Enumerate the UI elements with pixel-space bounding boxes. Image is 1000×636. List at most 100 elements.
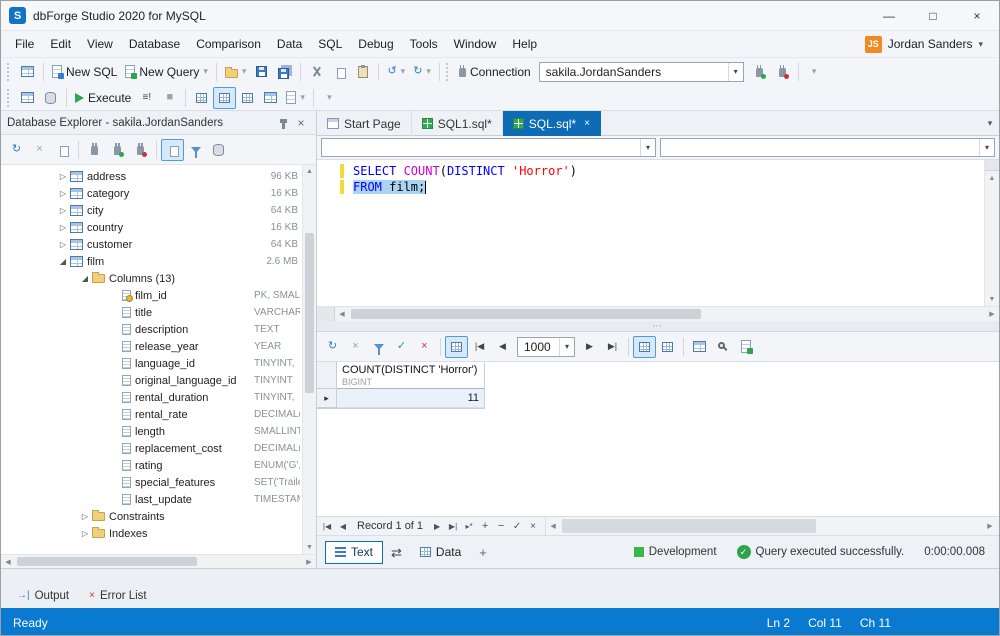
connection-combobox[interactable]: sakila.JordanSanders ▾ (539, 62, 744, 82)
chevron-down-icon[interactable]: ▾ (978, 39, 983, 50)
account-area[interactable]: JS Jordan Sanders ▾ (865, 36, 993, 53)
prev-record-button[interactable]: ◀ (335, 518, 351, 534)
scrollbar-thumb[interactable] (305, 233, 314, 393)
expand-icon[interactable]: ▷ (79, 512, 91, 521)
minimize-button[interactable]: — (867, 1, 911, 30)
row-selector-cell[interactable]: ▸ (317, 389, 337, 408)
collapse-icon[interactable]: ◢ (57, 257, 69, 266)
menu-item-help[interactable]: Help (504, 33, 545, 55)
delete-record-button[interactable]: − (493, 518, 509, 534)
new-record-button[interactable]: ▸* (461, 518, 477, 534)
scroll-right-icon[interactable]: ▶ (302, 558, 316, 566)
expand-icon[interactable]: ▷ (79, 529, 91, 538)
tree-item-original-language-id[interactable]: original_language_idTINYINT (1, 372, 316, 389)
maximize-button[interactable]: □ (911, 1, 955, 30)
expand-icon[interactable]: ▷ (57, 223, 69, 232)
first-record-button[interactable]: |◀ (319, 518, 335, 534)
database-selector-combobox[interactable]: ▾ (321, 138, 656, 157)
tree-item-replacement-cost[interactable]: replacement_costDECIMAL( (1, 440, 316, 457)
cancel-edit-button[interactable]: × (525, 518, 541, 534)
close-panel-icon[interactable]: × (292, 114, 310, 132)
filter-button[interactable] (184, 139, 207, 161)
card-view-button[interactable] (656, 336, 679, 358)
expand-icon[interactable]: ▷ (57, 240, 69, 249)
snippets-button[interactable]: ▾ (282, 87, 309, 109)
tree-item-city[interactable]: ▷city64 KB (1, 202, 316, 219)
scroll-left-icon[interactable]: ◀ (335, 310, 349, 318)
scroll-up-icon[interactable]: ▲ (985, 172, 999, 185)
connect-button[interactable] (748, 61, 771, 83)
menu-item-tools[interactable]: Tools (402, 33, 446, 55)
tree-item-description[interactable]: descriptionTEXT (1, 321, 316, 338)
new-connection-button[interactable] (83, 139, 106, 161)
scroll-up-icon[interactable]: ▲ (303, 165, 316, 178)
scroll-right-icon[interactable]: ▶ (983, 522, 997, 530)
refresh-sizes-button[interactable] (207, 139, 230, 161)
fetch-all-button[interactable] (445, 336, 468, 358)
scroll-down-icon[interactable]: ▼ (303, 541, 316, 554)
code-line-2[interactable]: FROM film; (317, 179, 984, 195)
prev-page-button[interactable]: ◀ (491, 336, 514, 358)
editor-vertical-scrollbar[interactable]: ▲ ▼ (984, 160, 999, 306)
pin-icon[interactable] (274, 114, 292, 132)
pivot-view-button[interactable] (688, 336, 711, 358)
stop-button[interactable]: ■ (158, 87, 181, 109)
append-record-button[interactable]: + (477, 518, 493, 534)
open-file-button[interactable]: ▾ (221, 61, 251, 83)
editor-results-splitter[interactable]: ⋯ (317, 321, 999, 332)
menu-item-comparison[interactable]: Comparison (188, 33, 269, 55)
tab-error-list[interactable]: × Error List (79, 584, 157, 608)
custom-filter-button[interactable] (367, 336, 390, 358)
grid-view-button[interactable] (633, 336, 656, 358)
menu-item-sql[interactable]: SQL (310, 33, 350, 55)
post-edit-button[interactable]: ✓ (509, 518, 525, 534)
chevron-down-icon[interactable]: ▾ (426, 67, 431, 76)
pivot-table-button[interactable] (259, 87, 282, 109)
menu-item-edit[interactable]: Edit (42, 33, 79, 55)
add-view-button[interactable]: + (479, 546, 487, 559)
tree-item-title[interactable]: titleVARCHAR (1, 304, 316, 321)
tree-item-release-year[interactable]: release_yearYEAR (1, 338, 316, 355)
last-record-button[interactable]: ▶| (445, 518, 461, 534)
edit-table-button[interactable] (16, 61, 39, 83)
copy-button[interactable] (328, 61, 351, 83)
cancel-results-button[interactable]: × (344, 336, 367, 358)
tab-start-page[interactable]: Start Page (317, 111, 412, 136)
disconnect-button[interactable] (771, 61, 794, 83)
sql-editor[interactable]: SELECT COUNT(DISTINCT 'Horror')FROM film… (317, 160, 999, 306)
execute-script-button[interactable]: ≡! (135, 87, 158, 109)
new-query-button[interactable]: New Query ▾ (121, 61, 212, 83)
tree-item-indexes[interactable]: ▷Indexes (1, 525, 316, 542)
paste-button[interactable] (351, 61, 374, 83)
header-selector-cell[interactable] (317, 362, 337, 389)
expand-icon[interactable]: ▷ (57, 189, 69, 198)
results-horizontal-scrollbar[interactable]: ◀ ▶ (545, 517, 997, 535)
stop-refresh-button[interactable]: × (28, 139, 51, 161)
tree-item-last-update[interactable]: last_updateTIMESTAMP (1, 491, 316, 508)
tab-output[interactable]: →| Output (7, 584, 79, 608)
chevron-down-icon[interactable]: ▾ (401, 67, 406, 76)
split-handle[interactable] (985, 160, 999, 171)
tree-item-customer[interactable]: ▷customer64 KB (1, 236, 316, 253)
expand-icon[interactable]: ▷ (57, 206, 69, 215)
connect-button[interactable] (106, 139, 129, 161)
scroll-right-icon[interactable]: ▶ (985, 310, 999, 318)
scroll-left-icon[interactable]: ◀ (1, 558, 15, 566)
object-selector-combobox[interactable]: ▾ (660, 138, 995, 157)
tree-item-language-id[interactable]: language_idTINYINT, (1, 355, 316, 372)
disconnect-button[interactable] (129, 139, 152, 161)
editor-horizontal-scrollbar[interactable]: ◀ ▶ (317, 306, 999, 321)
scrollbar-thumb[interactable] (351, 309, 701, 319)
tree-item-address[interactable]: ▷address96 KB (1, 168, 316, 185)
tree-item-rental-rate[interactable]: rental_rateDECIMAL( (1, 406, 316, 423)
swap-views-icon[interactable]: ⇄ (391, 546, 402, 559)
format-sql-button[interactable] (16, 87, 39, 109)
page-size-combobox[interactable]: 1000 ▾ (517, 337, 575, 357)
refresh-results-button[interactable]: ↻ (321, 336, 344, 358)
tree-item-film-id[interactable]: film_idPK, SMALL (1, 287, 316, 304)
tab-data-view[interactable]: Data (410, 541, 471, 564)
first-page-button[interactable]: |◀ (468, 336, 491, 358)
undo-button[interactable]: ↺▾ (383, 61, 409, 83)
next-page-button[interactable]: ▶ (578, 336, 601, 358)
scroll-left-icon[interactable]: ◀ (546, 522, 560, 530)
